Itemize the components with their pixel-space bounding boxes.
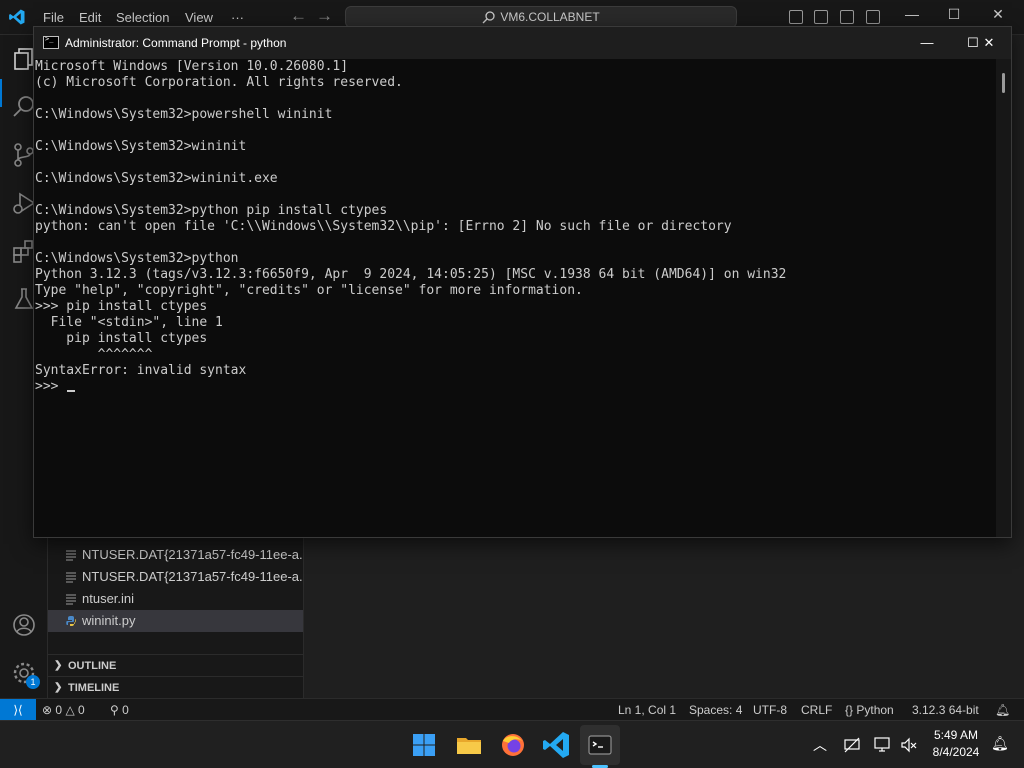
toggle-panel-icon[interactable] (814, 10, 828, 24)
file-explorer-icon[interactable] (453, 729, 485, 761)
language-mode[interactable]: {} Python (845, 699, 894, 721)
menu-file[interactable]: File (43, 10, 64, 25)
accounts-icon[interactable] (10, 611, 38, 639)
console-lines: Microsoft Windows [Version 10.0.26080.1]… (35, 59, 786, 378)
section-outline[interactable]: ❯ OUTLINE (48, 654, 303, 676)
error-icon: ⊗ (42, 703, 53, 717)
vscode-close-button[interactable]: ✕ (986, 6, 1010, 23)
vscode-minimize-button[interactable]: — (900, 6, 924, 22)
clock-date: 8/4/2024 (932, 745, 980, 759)
cmd-minimize-button[interactable]: — (904, 27, 950, 59)
file-item-ntuser-ini[interactable]: ntuser.ini (48, 588, 303, 610)
language-label: Python (856, 703, 894, 717)
section-timeline[interactable]: ❯ TIMELINE (48, 676, 303, 698)
braces-icon: {} (845, 703, 854, 717)
display-icon[interactable] (874, 736, 892, 754)
cmd-close-button[interactable]: ✕ (966, 27, 1012, 59)
command-center-label: VM6.COLLABNET (500, 10, 600, 24)
file-item-label: ntuser.ini (82, 591, 135, 606)
indentation[interactable]: Spaces: 4 (689, 699, 742, 721)
show-hidden-icons-chevron-icon[interactable]: ︿ (813, 735, 827, 755)
warning-count: 0 (78, 703, 85, 717)
ports-indicator[interactable]: ⚲ 0 (110, 699, 129, 721)
volume-muted-icon[interactable] (900, 736, 918, 754)
customize-layout-icon[interactable] (866, 10, 880, 24)
vscode-logo-icon (9, 9, 25, 25)
console-line: Type "help", "copyright", "credits" or "… (35, 283, 583, 298)
network-disconnected-icon[interactable] (843, 736, 861, 754)
start-icon[interactable] (408, 729, 440, 761)
menu-selection[interactable]: Selection (116, 10, 169, 25)
console-line: Microsoft Windows [Version 10.0.26080.1] (35, 59, 349, 74)
firefox-icon[interactable] (497, 729, 529, 761)
activity-active-indicator (0, 79, 2, 107)
console-line: C:\Windows\System32>python pip install c… (35, 203, 388, 218)
status-bar: ⟩⟨ ⊗ 0 △ 0 ⚲ 0 Ln 1, Col 1 Spaces: 4 UTF… (0, 698, 1024, 721)
remote-indicator-icon[interactable]: ⟩⟨ (0, 699, 36, 721)
file-item-ntuser-dat-1[interactable]: NTUSER.DAT{21371a57-fc49-11ee-a... (48, 544, 303, 566)
section-timeline-label: TIMELINE (68, 682, 120, 694)
console-prompt: >>> (35, 379, 67, 394)
file-item-label: NTUSER.DAT{21371a57-fc49-11ee-a... (82, 547, 303, 562)
line-ending[interactable]: CRLF (801, 699, 832, 721)
toggle-primary-sidebar-icon[interactable] (789, 10, 803, 24)
nav-back-icon[interactable]: ← (290, 6, 307, 26)
console-line: pip install ctypes (66, 331, 208, 346)
taskbar-clock[interactable]: 5:49 AM 8/4/2024 (920, 727, 992, 761)
command-prompt-app-icon (43, 35, 59, 49)
menu-view[interactable]: View (185, 10, 213, 25)
menu-edit[interactable]: Edit (79, 10, 101, 25)
vscode-icon[interactable] (541, 729, 573, 761)
command-prompt-window: Administrator: Command Prompt - python —… (33, 26, 1012, 538)
problems-indicator[interactable]: ⊗ 0 △ 0 (42, 699, 85, 721)
command-prompt-titlebar[interactable]: Administrator: Command Prompt - python —… (34, 27, 1011, 59)
search-icon (482, 11, 495, 24)
console-line: Python 3.12.3 (tags/v3.12.3:f6650f9, Apr… (35, 267, 787, 282)
command-center[interactable]: VM6.COLLABNET (345, 6, 737, 28)
console-output[interactable]: Microsoft Windows [Version 10.0.26080.1]… (34, 59, 996, 537)
console-line: C:\Windows\System32>wininit.exe (35, 171, 278, 186)
console-line: python: can't open file 'C:\\Windows\\Sy… (35, 219, 732, 234)
toggle-secondary-sidebar-icon[interactable] (840, 10, 854, 24)
python-interpreter[interactable]: 3.12.3 64-bit (912, 699, 979, 721)
file-item-label: wininit.py (82, 613, 136, 628)
python-file-icon (66, 616, 76, 626)
error-count: 0 (55, 703, 63, 717)
nav-forward-icon[interactable]: → (316, 6, 333, 26)
section-outline-label: OUTLINE (68, 660, 117, 672)
console-line: SyntaxError: invalid syntax (35, 363, 247, 378)
terminal-icon[interactable] (584, 729, 616, 761)
menu-more[interactable]: ··· (231, 10, 244, 25)
chevron-right-icon: ❯ (54, 682, 63, 693)
console-line: (c) Microsoft Corporation. All rights re… (35, 75, 403, 90)
manage-badge: 1 (26, 675, 40, 689)
console-line: C:\Windows\System32>wininit (35, 139, 247, 154)
console-line: C:\Windows\System32>powershell wininit (35, 107, 333, 122)
warning-icon: △ (65, 703, 75, 717)
file-lines-icon (66, 594, 76, 605)
file-item-wininit-py[interactable]: wininit.py (48, 610, 303, 632)
console-line: File "<stdin>", line 1 (50, 315, 223, 330)
ports-count: 0 (122, 703, 129, 717)
console-line: >>> pip install ctypes (35, 299, 208, 314)
console-scroll-thumb[interactable] (1002, 73, 1005, 93)
cursor-position[interactable]: Ln 1, Col 1 (618, 699, 676, 721)
encoding[interactable]: UTF-8 (753, 699, 787, 721)
file-item-label: NTUSER.DAT{21371a57-fc49-11ee-a... (82, 569, 303, 584)
console-line: C:\Windows\System32>python (35, 251, 239, 266)
chevron-right-icon: ❯ (54, 660, 63, 671)
windows-taskbar: ︿ 5:49 AM 8/4/2024 🔔︎ (0, 720, 1024, 768)
notifications-bell-icon[interactable]: 🔔︎ (995, 699, 1010, 721)
file-lines-icon (66, 572, 76, 583)
clock-time: 5:49 AM (933, 728, 979, 742)
text-cursor (67, 390, 76, 392)
file-item-ntuser-dat-2[interactable]: NTUSER.DAT{21371a57-fc49-11ee-a... (48, 566, 303, 588)
vscode-maximize-button[interactable]: ☐ (942, 6, 966, 23)
file-lines-icon (66, 550, 76, 561)
notification-bell-icon[interactable]: 🔔︎ (991, 735, 1009, 752)
console-scrollbar[interactable] (996, 59, 1011, 537)
command-prompt-title: Administrator: Command Prompt - python (65, 36, 287, 50)
console-line: ^^^^^^^ (97, 347, 153, 362)
radio-tower-icon: ⚲ (110, 703, 119, 717)
